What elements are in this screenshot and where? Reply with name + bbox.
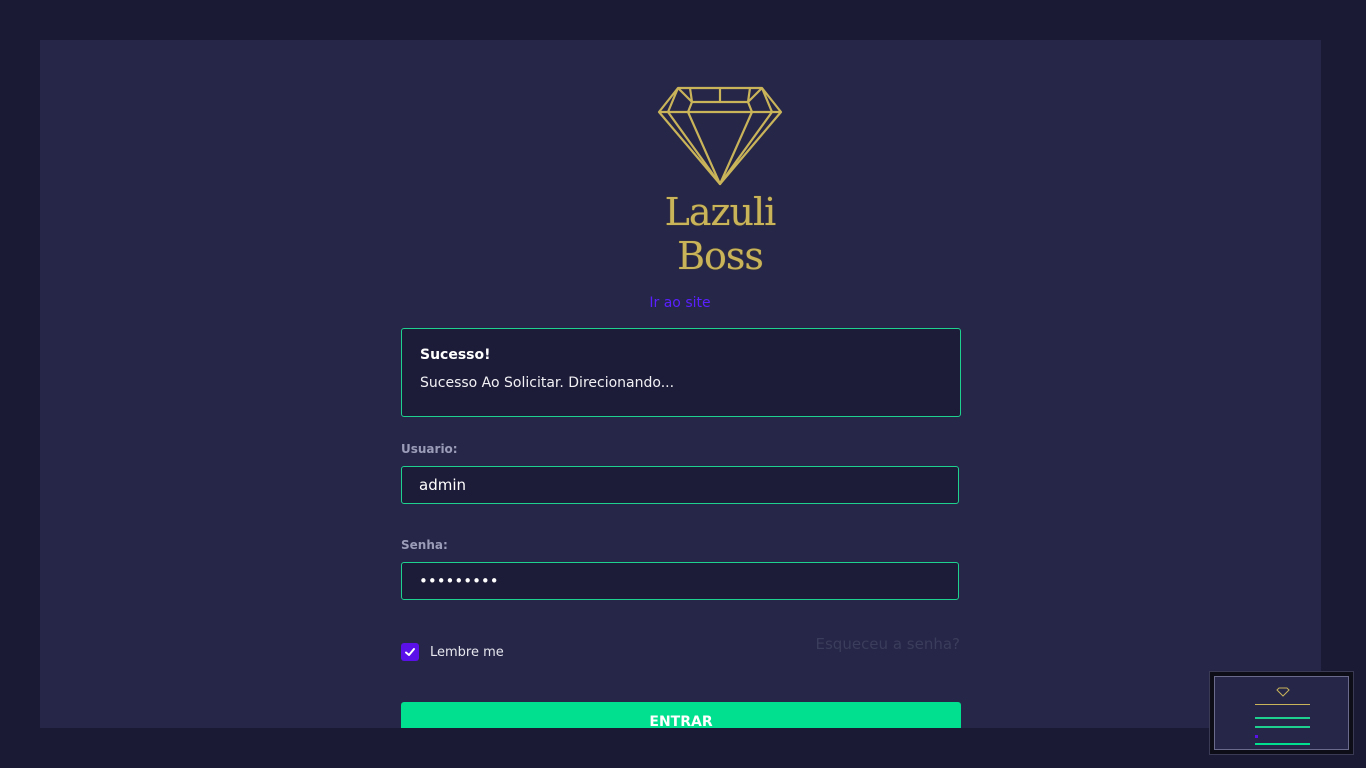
- alert-title: Sucesso!: [420, 347, 491, 363]
- forgot-password-link[interactable]: Esqueceu a senha?: [800, 635, 960, 653]
- remember-label: Lembre me: [430, 644, 504, 660]
- logo: Lazuli Boss: [630, 84, 810, 278]
- username-label: Usuario:: [401, 442, 458, 456]
- minimap-diamond-icon: [1276, 687, 1290, 697]
- page-minimap[interactable]: [1209, 671, 1354, 755]
- check-icon: [405, 648, 415, 656]
- username-input[interactable]: [401, 466, 959, 504]
- alert-message: Sucesso Ao Solicitar. Direcionando...: [420, 375, 675, 391]
- login-panel: Lazuli Boss Ir ao site Sucesso! Sucesso …: [40, 40, 1321, 728]
- remember-me[interactable]: Lembre me: [401, 643, 504, 661]
- login-button[interactable]: ENTRAR: [401, 702, 961, 728]
- success-alert: Sucesso! Sucesso Ao Solicitar. Direciona…: [401, 328, 961, 417]
- minimap-preview: [1214, 676, 1349, 750]
- brand-name: Lazuli Boss: [664, 190, 777, 278]
- go-to-site-link[interactable]: Ir ao site: [620, 294, 740, 312]
- password-input[interactable]: [401, 562, 959, 600]
- diamond-icon: [657, 86, 783, 186]
- remember-checkbox[interactable]: [401, 643, 419, 661]
- password-label: Senha:: [401, 538, 448, 552]
